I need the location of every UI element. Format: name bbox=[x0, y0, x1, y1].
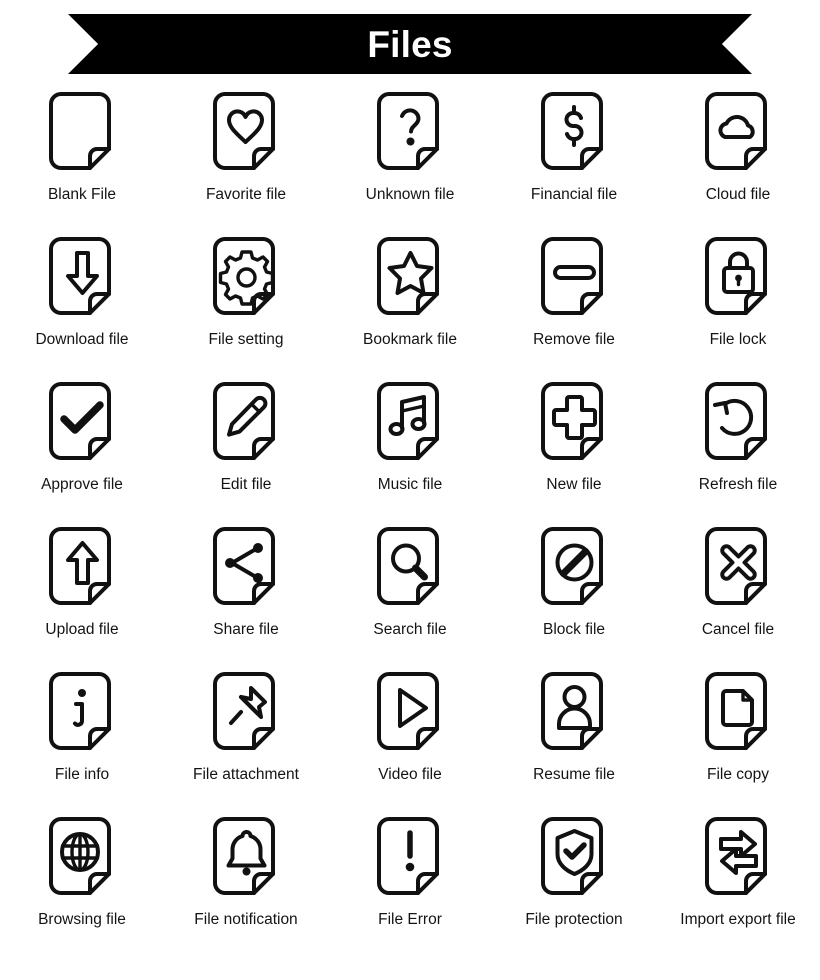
icon-label: Music file bbox=[377, 476, 443, 493]
icon-cell-import-export-file[interactable]: Import export file bbox=[656, 813, 820, 958]
pencil-icon bbox=[207, 378, 285, 468]
pushpin-icon bbox=[207, 668, 285, 758]
page-title: Files bbox=[367, 23, 453, 65]
icon-cell-file-lock[interactable]: File lock bbox=[656, 233, 820, 378]
icon-cell-remove-file[interactable]: Remove file bbox=[492, 233, 656, 378]
cloud-icon bbox=[699, 88, 777, 178]
ribbon-shape: Files bbox=[68, 14, 752, 74]
icon-cell-edit-file[interactable]: Edit file bbox=[164, 378, 328, 523]
icon-cell-bookmark-file[interactable]: Bookmark file bbox=[328, 233, 492, 378]
icon-cell-upload-file[interactable]: Upload file bbox=[0, 523, 164, 668]
blank-file-icon bbox=[43, 88, 121, 178]
icon-label: Approve file bbox=[41, 476, 123, 493]
icon-cell-file-setting[interactable]: File setting bbox=[164, 233, 328, 378]
exclamation-icon bbox=[371, 813, 449, 903]
bell-icon bbox=[207, 813, 285, 903]
icon-label: Import export file bbox=[680, 911, 796, 928]
icon-label: File lock bbox=[709, 331, 767, 348]
icon-label: Resume file bbox=[533, 766, 615, 783]
person-icon bbox=[535, 668, 613, 758]
icon-cell-new-file[interactable]: New file bbox=[492, 378, 656, 523]
arrow-up-icon bbox=[43, 523, 121, 613]
icon-label: Download file bbox=[35, 331, 129, 348]
shield-check-icon bbox=[535, 813, 613, 903]
icon-label: Remove file bbox=[533, 331, 615, 348]
icon-label: Edit file bbox=[220, 476, 272, 493]
music-note-icon bbox=[371, 378, 449, 468]
icon-cell-share-file[interactable]: Share file bbox=[164, 523, 328, 668]
info-i-icon bbox=[43, 668, 121, 758]
document-copy-icon bbox=[699, 668, 777, 758]
icon-label: Cloud file bbox=[705, 186, 771, 203]
icon-cell-file-attachment[interactable]: File attachment bbox=[164, 668, 328, 813]
icon-label: File info bbox=[54, 766, 110, 783]
icon-label: File protection bbox=[525, 911, 623, 928]
icon-label: File notification bbox=[194, 911, 298, 928]
icon-cell-approve-file[interactable]: Approve file bbox=[0, 378, 164, 523]
icon-cell-blank-file[interactable]: Blank File bbox=[0, 88, 164, 233]
lock-icon bbox=[699, 233, 777, 323]
minus-icon bbox=[535, 233, 613, 323]
icon-cell-video-file[interactable]: Video file bbox=[328, 668, 492, 813]
plus-icon bbox=[535, 378, 613, 468]
dollar-sign-icon bbox=[535, 88, 613, 178]
icon-label: Refresh file bbox=[698, 476, 778, 493]
icon-cell-file-copy[interactable]: File copy bbox=[656, 668, 820, 813]
import-export-arrows-icon bbox=[699, 813, 777, 903]
icon-cell-unknown-file[interactable]: Unknown file bbox=[328, 88, 492, 233]
icon-label: Search file bbox=[373, 621, 447, 638]
block-circle-icon bbox=[535, 523, 613, 613]
icon-cell-financial-file[interactable]: Financial file bbox=[492, 88, 656, 233]
refresh-arrow-icon bbox=[699, 378, 777, 468]
icon-grid: Blank File Favorite file Unknown file Fi… bbox=[0, 88, 820, 958]
icon-label: Browsing file bbox=[38, 911, 126, 928]
arrow-down-icon bbox=[43, 233, 121, 323]
icon-label: Unknown file bbox=[365, 186, 455, 203]
icon-label: Block file bbox=[542, 621, 606, 638]
icon-label: Share file bbox=[213, 621, 279, 638]
icon-label: Video file bbox=[378, 766, 442, 783]
icon-label: New file bbox=[546, 476, 602, 493]
banner: Files bbox=[0, 0, 820, 88]
icon-label: File setting bbox=[208, 331, 284, 348]
star-icon bbox=[371, 233, 449, 323]
icon-label: File attachment bbox=[193, 766, 299, 783]
share-nodes-icon bbox=[207, 523, 285, 613]
icon-cell-favorite-file[interactable]: Favorite file bbox=[164, 88, 328, 233]
play-triangle-icon bbox=[371, 668, 449, 758]
icon-cell-resume-file[interactable]: Resume file bbox=[492, 668, 656, 813]
icon-label: Financial file bbox=[530, 186, 618, 203]
heart-icon bbox=[207, 88, 285, 178]
icon-label: Blank File bbox=[47, 186, 117, 203]
question-mark-icon bbox=[371, 88, 449, 178]
gear-icon bbox=[207, 233, 285, 323]
icon-cell-music-file[interactable]: Music file bbox=[328, 378, 492, 523]
icon-cell-file-info[interactable]: File info bbox=[0, 668, 164, 813]
icon-label: File Error bbox=[378, 911, 442, 928]
icon-cell-cancel-file[interactable]: Cancel file bbox=[656, 523, 820, 668]
icon-label: File copy bbox=[706, 766, 770, 783]
globe-icon bbox=[43, 813, 121, 903]
check-mark-icon bbox=[43, 378, 121, 468]
icon-label: Cancel file bbox=[701, 621, 775, 638]
icon-label: Upload file bbox=[45, 621, 119, 638]
icon-cell-file-error[interactable]: File Error bbox=[328, 813, 492, 958]
icon-cell-refresh-file[interactable]: Refresh file bbox=[656, 378, 820, 523]
icon-cell-block-file[interactable]: Block file bbox=[492, 523, 656, 668]
icon-label: Favorite file bbox=[205, 186, 287, 203]
icon-cell-file-protection[interactable]: File protection bbox=[492, 813, 656, 958]
icon-cell-file-notification[interactable]: File notification bbox=[164, 813, 328, 958]
magnifier-icon bbox=[371, 523, 449, 613]
icon-cell-cloud-file[interactable]: Cloud file bbox=[656, 88, 820, 233]
icon-cell-browsing-file[interactable]: Browsing file bbox=[0, 813, 164, 958]
icon-label: Bookmark file bbox=[363, 331, 457, 348]
icon-cell-search-file[interactable]: Search file bbox=[328, 523, 492, 668]
icon-cell-download-file[interactable]: Download file bbox=[0, 233, 164, 378]
cross-x-icon bbox=[699, 523, 777, 613]
